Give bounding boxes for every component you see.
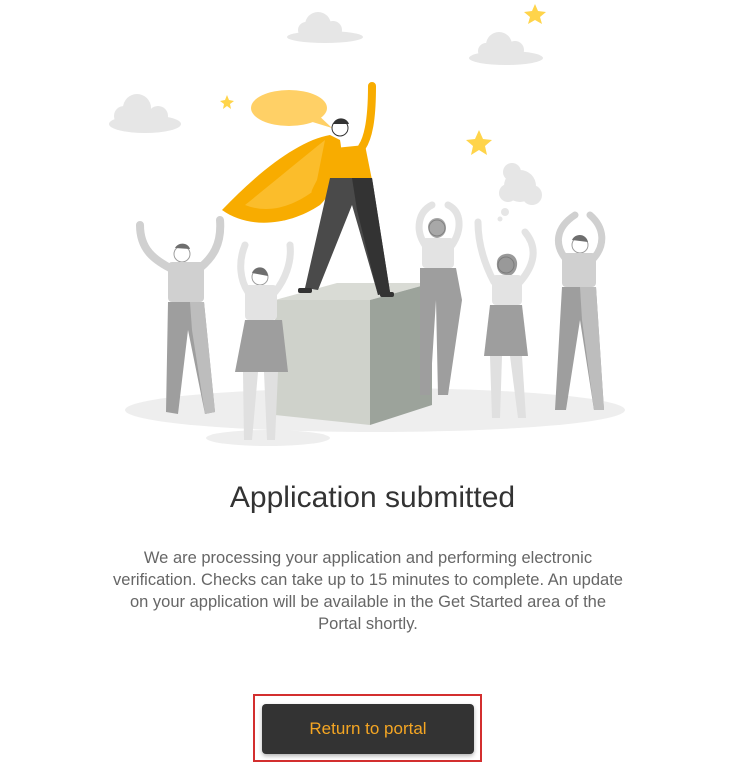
star-icon [524,4,546,24]
return-to-portal-button[interactable]: Return to portal [262,704,474,754]
star-icon [220,95,234,109]
thought-bubble-icon [497,163,542,222]
celebration-illustration [109,4,625,446]
crowd-person [554,211,606,410]
cloud-icon [287,12,363,43]
page-title: Application submitted [229,481,516,514]
pedestal [275,283,432,425]
status-description: We are processing your application and p… [113,549,623,633]
speech-bubble-icon [251,90,332,128]
star-icon [466,130,492,155]
crowd-person [136,216,225,414]
crowd-person [474,218,537,418]
cloud-icon [109,94,181,133]
crowd-person [415,201,463,395]
cloud-icon [469,32,543,65]
